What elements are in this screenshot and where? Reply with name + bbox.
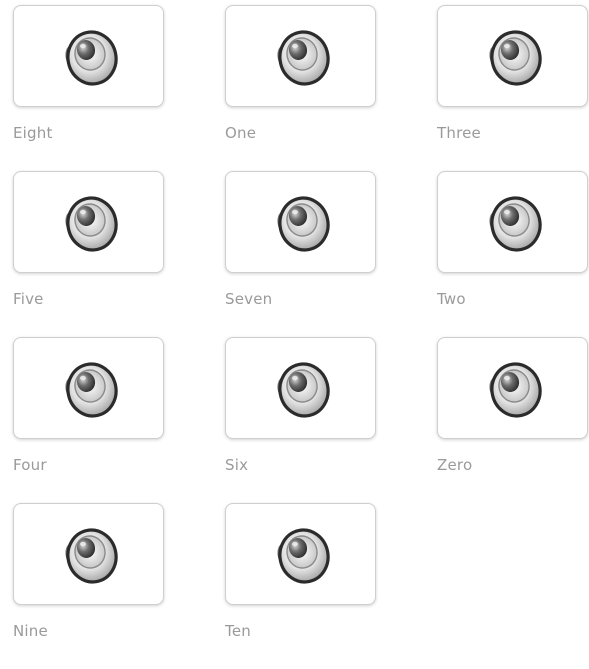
sound-label[interactable]: Seven (225, 290, 272, 308)
sound-label[interactable]: Nine (13, 622, 48, 640)
speaker-icon (59, 357, 119, 419)
sound-tile-button[interactable] (225, 503, 376, 605)
sound-item: Eight (13, 5, 164, 171)
sound-item: Two (437, 171, 588, 337)
speaker-icon (271, 523, 331, 585)
sound-tile-button[interactable] (437, 171, 588, 273)
sound-tile-button[interactable] (225, 337, 376, 439)
sound-tile-button[interactable] (13, 503, 164, 605)
speaker-icon (483, 25, 543, 87)
sound-item: Zero (437, 337, 588, 503)
sound-tile-button[interactable] (13, 171, 164, 273)
sound-label[interactable]: Four (13, 456, 47, 474)
sound-label[interactable]: Two (437, 290, 466, 308)
speaker-icon (59, 191, 119, 253)
speaker-icon (483, 357, 543, 419)
speaker-icon (271, 25, 331, 87)
speaker-icon-graphic (64, 30, 118, 86)
speaker-icon-graphic (64, 528, 118, 584)
sound-grid: Eight One Three Five Seven Two Four Six … (13, 5, 588, 669)
sound-item: Nine (13, 503, 164, 669)
speaker-icon (59, 25, 119, 87)
speaker-icon (271, 191, 331, 253)
sound-tile-button[interactable] (225, 171, 376, 273)
sound-tile-button[interactable] (13, 337, 164, 439)
sound-label[interactable]: Ten (225, 622, 251, 640)
sound-tile-button[interactable] (437, 337, 588, 439)
speaker-icon-graphic (64, 196, 118, 252)
sound-tile-button[interactable] (225, 5, 376, 107)
speaker-icon-graphic (488, 362, 542, 418)
sound-item: Four (13, 337, 164, 503)
sound-tile-button[interactable] (437, 5, 588, 107)
sound-item: Seven (225, 171, 376, 337)
sound-label[interactable]: Five (13, 290, 44, 308)
sound-item: One (225, 5, 376, 171)
sound-label[interactable]: Eight (13, 124, 53, 142)
sound-label[interactable]: Six (225, 456, 248, 474)
speaker-icon-graphic (276, 196, 330, 252)
sound-item: Six (225, 337, 376, 503)
sound-label[interactable]: Three (437, 124, 481, 142)
sound-item: Three (437, 5, 588, 171)
speaker-icon-graphic (64, 362, 118, 418)
sound-label[interactable]: Zero (437, 456, 472, 474)
sound-label[interactable]: One (225, 124, 256, 142)
speaker-icon-graphic (276, 362, 330, 418)
speaker-icon (483, 191, 543, 253)
speaker-icon-graphic (488, 30, 542, 86)
sound-item: Five (13, 171, 164, 337)
sound-item: Ten (225, 503, 376, 669)
speaker-icon-graphic (488, 196, 542, 252)
speaker-icon-graphic (276, 528, 330, 584)
sound-tile-button[interactable] (13, 5, 164, 107)
speaker-icon-graphic (276, 30, 330, 86)
speaker-icon (59, 523, 119, 585)
speaker-icon (271, 357, 331, 419)
